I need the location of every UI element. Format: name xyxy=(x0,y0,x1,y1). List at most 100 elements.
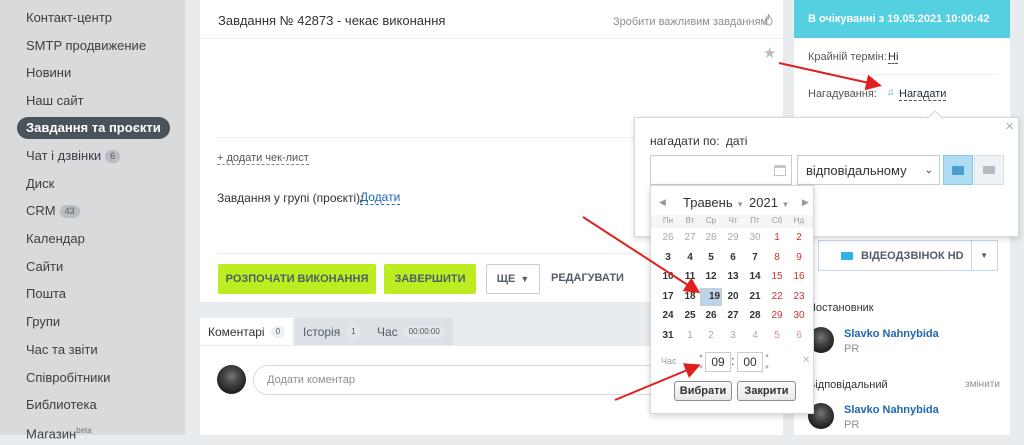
calendar-day[interactable]: 30 xyxy=(744,229,766,247)
chevron-down-icon[interactable]: ▼ xyxy=(971,240,988,271)
year-selector[interactable]: 2021 ▼ xyxy=(749,195,789,210)
sidebar-item-contact-center[interactable]: Контакт-центр xyxy=(17,7,121,29)
sidebar-item-calendar[interactable]: Календар xyxy=(17,228,94,250)
calendar-day[interactable]: 27 xyxy=(679,229,701,247)
minute-up-arrow[interactable]: ▲ xyxy=(764,353,770,359)
change-link[interactable]: змінити xyxy=(965,379,1000,390)
sidebar-item-time-reports[interactable]: Час та звіти xyxy=(17,339,107,361)
sidebar-item-crm[interactable]: CRM 43 xyxy=(17,200,89,222)
remind-by-label: нагадати по: даті xyxy=(650,134,748,148)
calendar-day[interactable]: 23 xyxy=(788,288,810,306)
calendar-day[interactable]: 26 xyxy=(700,307,722,325)
calendar-day[interactable]: 7 xyxy=(744,249,766,267)
calendar-day[interactable]: 12 xyxy=(700,268,722,286)
clear-time-icon[interactable]: ✕ xyxy=(802,355,810,366)
tab-comments[interactable]: Коментарі 0 xyxy=(200,318,294,345)
notify-email-button[interactable] xyxy=(974,155,1004,185)
calendar-day[interactable]: 4 xyxy=(679,249,701,267)
add-checklist-link[interactable]: + додати чек-лист xyxy=(217,152,309,165)
remind-mode-link[interactable]: даті xyxy=(726,134,748,148)
tab-history[interactable]: Історія 1 xyxy=(295,318,369,345)
reminder-date-input[interactable] xyxy=(650,155,792,185)
calendar-day[interactable]: 10 xyxy=(657,268,679,286)
calendar-day[interactable]: 1 xyxy=(766,229,788,247)
creator-name[interactable]: Slavko Nahnybida xyxy=(844,328,939,340)
sidebar-item-news[interactable]: Новини xyxy=(17,62,80,84)
prev-month-arrow[interactable]: ◀ xyxy=(659,197,666,208)
calendar-day[interactable]: 22 xyxy=(766,288,788,306)
flame-icon[interactable] xyxy=(764,14,773,26)
responsible-name[interactable]: Slavko Nahnybida xyxy=(844,404,939,416)
hour-input[interactable]: 09 xyxy=(705,352,731,372)
calendar-day[interactable]: 17 xyxy=(657,288,679,306)
minute-input[interactable]: 00 xyxy=(737,352,763,372)
calendar-day[interactable]: 5 xyxy=(766,327,788,345)
calendar-day[interactable]: 28 xyxy=(744,307,766,325)
calendar-day[interactable]: 21 xyxy=(744,288,766,306)
calendar-day[interactable]: 4 xyxy=(744,327,766,345)
sidebar-item-mail[interactable]: Пошта xyxy=(17,283,75,305)
sidebar-item-disk[interactable]: Диск xyxy=(17,173,63,195)
calendar-day[interactable]: 11 xyxy=(679,268,701,286)
hour-down-arrow[interactable]: ▼ xyxy=(698,365,704,371)
finish-task-button[interactable]: ЗАВЕРШИТИ xyxy=(384,264,476,294)
calendar-day[interactable]: 3 xyxy=(657,249,679,267)
calendar-day[interactable]: 6 xyxy=(722,249,744,267)
sidebar-item-smtp[interactable]: SMTP продвижение xyxy=(17,35,155,57)
calendar-day[interactable]: 15 xyxy=(766,268,788,286)
deadline-value[interactable]: Ні xyxy=(888,51,899,64)
edit-button[interactable]: РЕДАГУВАТИ xyxy=(551,272,624,284)
video-call-button[interactable]: ВІДЕОДЗВІНОК HD ▼ xyxy=(818,240,998,271)
calendar-day[interactable]: 2 xyxy=(700,327,722,345)
sidebar-item-groups[interactable]: Групи xyxy=(17,311,69,333)
close-picker-button[interactable]: Закрити xyxy=(737,381,796,401)
more-button[interactable]: ЩЕ ▼ xyxy=(486,264,540,294)
calendar-day[interactable]: 30 xyxy=(788,307,810,325)
calendar-day[interactable]: 14 xyxy=(744,268,766,286)
tab-time[interactable]: Час 00:00:00 xyxy=(369,318,453,345)
calendar-day[interactable]: 9 xyxy=(788,249,810,267)
notify-chat-button[interactable] xyxy=(943,155,973,185)
calendar-day[interactable]: 31 xyxy=(657,327,679,345)
sidebar-item-tasks[interactable]: Завдання та проєкти xyxy=(17,117,170,139)
add-group-link[interactable]: Додати xyxy=(360,191,401,205)
calendar-day[interactable]: 16 xyxy=(788,268,810,286)
calendar-day[interactable]: 29 xyxy=(766,307,788,325)
make-important-link[interactable]: Зробити важливим завданням xyxy=(613,16,768,28)
sidebar-item-employees[interactable]: Співробітники xyxy=(17,367,119,389)
calendar-day[interactable]: 25 xyxy=(679,307,701,325)
calendar-day[interactable]: 28 xyxy=(700,229,722,247)
calendar-day[interactable]: 20 xyxy=(722,288,744,306)
next-month-arrow[interactable]: ▶ xyxy=(802,197,809,208)
calendar-icon[interactable] xyxy=(774,165,786,176)
calendar-day[interactable]: 13 xyxy=(722,268,744,286)
calendar-day[interactable]: 2 xyxy=(788,229,810,247)
calendar-day[interactable]: 26 xyxy=(657,229,679,247)
sidebar-item-chat[interactable]: Чат і дзвінки 6 xyxy=(17,145,129,167)
calendar-day[interactable]: 27 xyxy=(722,307,744,325)
reminder-link[interactable]: Нагадати xyxy=(899,88,947,101)
calendar-day[interactable]: 24 xyxy=(657,307,679,325)
minute-down-arrow[interactable]: ▼ xyxy=(764,365,770,371)
sidebar-item-library[interactable]: Библиотека xyxy=(17,394,106,416)
sidebar-item-our-site[interactable]: Наш сайт xyxy=(17,90,93,112)
choose-date-button[interactable]: Вибрати xyxy=(674,381,732,401)
sidebar-item-sites[interactable]: Сайти xyxy=(17,256,72,278)
status-bar: В очікуванні з 19.05.2021 10:00:42 xyxy=(794,0,1010,38)
start-task-button[interactable]: РОЗПОЧАТИ ВИКОНАННЯ xyxy=(218,264,376,294)
calendar-day[interactable]: 18 xyxy=(679,288,701,306)
hour-up-arrow[interactable]: ▲ xyxy=(698,353,704,359)
month-selector[interactable]: Травень ▼ xyxy=(683,195,744,210)
sidebar-item-shop[interactable]: Магазинbeta xyxy=(17,420,101,442)
calendar-day[interactable]: 6 xyxy=(788,327,810,345)
calendar-day[interactable]: 8 xyxy=(766,249,788,267)
recipient-select[interactable]: відповідальному ⌄ xyxy=(797,155,940,185)
calendar-day[interactable]: 19 xyxy=(700,287,722,306)
close-icon[interactable]: ✕ xyxy=(1005,120,1014,133)
star-icon[interactable]: ★ xyxy=(763,44,776,62)
calendar-day[interactable]: 1 xyxy=(679,327,701,345)
calendar-day[interactable]: 5 xyxy=(700,249,722,267)
creator-role: PR xyxy=(844,343,860,355)
calendar-day[interactable]: 3 xyxy=(722,327,744,345)
calendar-day[interactable]: 29 xyxy=(722,229,744,247)
